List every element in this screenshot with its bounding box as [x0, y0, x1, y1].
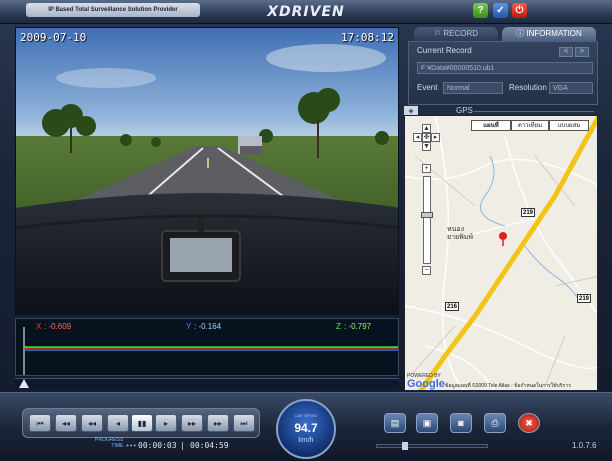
version-label: 1.0.7.6	[572, 441, 597, 450]
pan-left-icon[interactable]: ◂	[413, 133, 422, 142]
video-time: 17:08:12	[341, 31, 394, 44]
town-label-line-2: ยายพิมพ์	[447, 234, 473, 241]
app-window: IP Based Total Surveillance Solution Pro…	[0, 0, 612, 461]
power-button[interactable]: ⏻	[512, 3, 527, 18]
elapsed-time: 00:00:03	[138, 441, 177, 450]
tagline: IP Based Total Surveillance Solution Pro…	[26, 3, 200, 17]
total-time: 00:04:59	[190, 441, 229, 450]
tab-information[interactable]: ⓘ INFORMATION	[502, 27, 596, 41]
record-icon: ⚐	[433, 29, 444, 38]
help-button[interactable]: ?	[473, 3, 488, 18]
next-record-button[interactable]: >	[575, 47, 589, 57]
google-logo: Google	[407, 378, 445, 390]
zoom-in-button[interactable]: +	[422, 164, 431, 173]
seek-thumb-icon[interactable]	[19, 379, 29, 389]
print-icon[interactable]: ⎙	[484, 413, 506, 433]
gps-divider	[474, 111, 594, 112]
zoom-slider[interactable]	[423, 176, 431, 264]
location-pin-icon	[499, 232, 507, 246]
speed-label: CAR SPEED	[294, 413, 318, 418]
pan-up-icon[interactable]: ▲	[422, 124, 431, 133]
volume-slider-thumb[interactable]	[402, 442, 408, 450]
town-label: หนอง ยายพิมพ์	[447, 226, 473, 242]
book-icon[interactable]: ▤	[384, 413, 406, 433]
zoom-slider-thumb[interactable]	[421, 212, 433, 218]
zoom-out-button[interactable]: −	[422, 266, 431, 275]
map-type-hybrid[interactable]: แบบผสม	[549, 120, 589, 131]
playback-controls: ⏮ ◂◂ ◂◂ ◂ ▮▮ ▸ ▸▸ ▸▸ ⏭	[22, 408, 260, 438]
seek-bar[interactable]	[15, 378, 399, 388]
info-panel: ⚐ RECORD ⓘ INFORMATION Current Record < …	[404, 27, 598, 391]
speed-value: 94.7	[294, 421, 318, 435]
road-shield-219-top: 219	[521, 208, 535, 217]
title-bar: IP Based Total Surveillance Solution Pro…	[0, 0, 612, 24]
event-label: Event	[417, 83, 438, 92]
map-type-satellite[interactable]: ดาวเทียม	[511, 120, 549, 131]
map-zoom-control: ▲ ◂ ✥ ▸ ▼ + −	[413, 124, 441, 275]
app-logo: XDRIVEN	[267, 4, 345, 20]
camera-icon[interactable]: ◙	[450, 413, 472, 433]
pan-down-icon[interactable]: ▼	[422, 142, 431, 151]
skip-start-button[interactable]: ⏮	[29, 414, 51, 432]
tab-record-label: RECORD	[443, 29, 479, 38]
step-back-button[interactable]: ◂	[107, 414, 129, 432]
skip-end-button[interactable]: ⏭	[233, 414, 255, 432]
step-forward-button[interactable]: ▸▸	[207, 414, 229, 432]
gps-map[interactable]: แผนที่ ดาวเทียม แบบผสม ▲ ◂ ✥ ▸ ▼ + − หนอ…	[404, 115, 598, 391]
road-shield-216: 216	[445, 302, 459, 311]
record-info-box: Current Record < > F:¥Data¥00000510.ub1 …	[408, 41, 598, 105]
town-label-line-1: หนอง	[447, 226, 465, 233]
info-icon: ⓘ	[516, 29, 527, 38]
wrench-icon[interactable]: ✖	[518, 413, 540, 433]
tab-information-label: INFORMATION	[526, 29, 582, 38]
pan-right-icon[interactable]: ▸	[431, 133, 440, 142]
map-type-map[interactable]: แผนที่	[471, 120, 511, 131]
tab-record[interactable]: ⚐ RECORD	[414, 27, 498, 41]
fast-forward-button[interactable]: ▸▸	[181, 414, 203, 432]
time-label: TIME	[111, 443, 124, 449]
play-indicator: ▸▸▸	[126, 442, 137, 449]
pan-center-icon[interactable]: ✥	[422, 133, 431, 142]
video-view: 2009-07-10 17:08:12	[15, 27, 399, 315]
control-bar: ⏮ ◂◂ ◂◂ ◂ ▮▮ ▸ ▸▸ ▸▸ ⏭ PROGRESS TIME ▸▸▸…	[0, 392, 612, 461]
rewind-button[interactable]: ◂◂	[81, 414, 103, 432]
speedometer: CAR SPEED 94.7 km/h	[276, 399, 336, 459]
resolution-field: VGA	[549, 82, 593, 94]
current-record-label: Current Record	[417, 46, 472, 55]
video-date: 2009-07-10	[20, 31, 87, 44]
slow-rewind-button[interactable]: ◂◂	[55, 414, 77, 432]
volume-slider[interactable]	[376, 444, 488, 448]
speed-unit: km/h	[298, 437, 314, 444]
gsensor-graph: X : -0.609 Y : -0.164 Z : -0.797	[15, 318, 399, 376]
map-copyright[interactable]: ข้อมูลแผนที่ ©2009 Tele Atlas - ข้อกำหนด…	[445, 382, 571, 390]
resolution-label: Resolution	[509, 83, 547, 92]
dashcam-frame	[16, 28, 398, 314]
gsensor-lines	[23, 327, 398, 375]
play-button[interactable]: ▸	[155, 414, 177, 432]
pause-button[interactable]: ▮▮	[131, 414, 153, 432]
event-field: Normal	[443, 82, 503, 94]
save-icon[interactable]: ▣	[416, 413, 438, 433]
prev-record-button[interactable]: <	[559, 47, 573, 57]
current-record-field: F:¥Data¥00000510.ub1	[417, 62, 593, 74]
time-divider: |	[180, 441, 185, 450]
progress-time-label: PROGRESS TIME	[95, 437, 123, 449]
minimize-button[interactable]: ✓	[493, 3, 508, 18]
road-shield-219-right: 219	[577, 294, 591, 303]
